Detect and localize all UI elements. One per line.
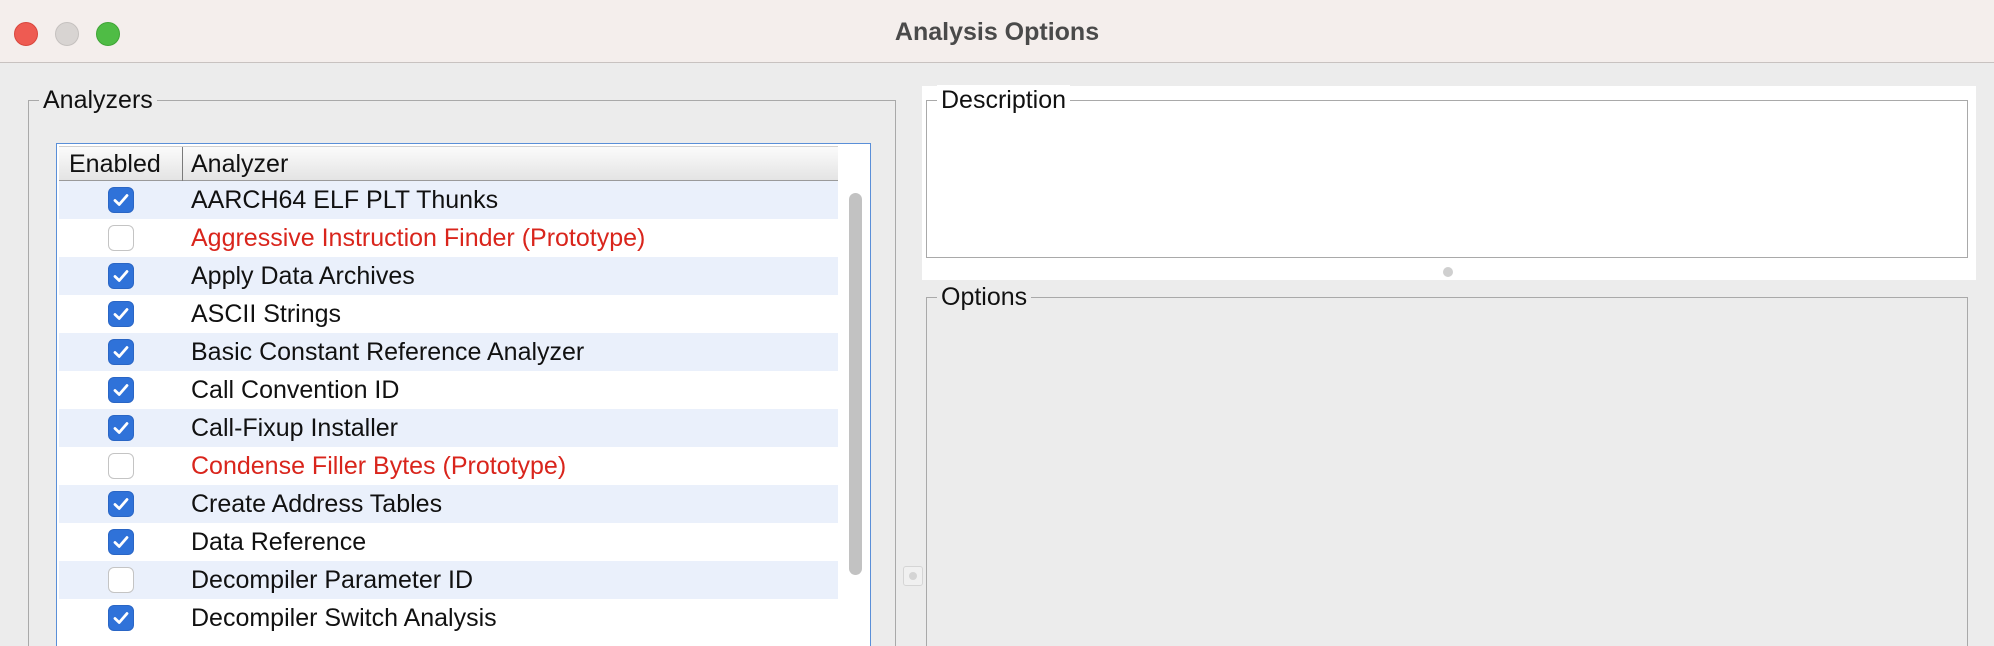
analyzer-rows: AARCH64 ELF PLT Thunks Aggressive Instruc… (59, 181, 838, 637)
enabled-checkbox[interactable] (108, 491, 134, 517)
scrollbar-thumb[interactable] (849, 193, 862, 575)
analyzer-name: Apply Data Archives (191, 262, 415, 290)
analyzer-name: Decompiler Switch Analysis (191, 604, 497, 632)
enabled-checkbox[interactable] (108, 377, 134, 403)
options-group: Options (926, 282, 1968, 646)
enabled-checkbox[interactable] (108, 529, 134, 555)
enabled-checkbox[interactable] (108, 567, 134, 593)
enabled-checkbox[interactable] (108, 605, 134, 631)
table-row[interactable]: Create Address Tables (59, 485, 838, 523)
vertical-scrollbar[interactable] (840, 181, 870, 646)
window-title: Analysis Options (894, 18, 1100, 46)
analysis-options-window: Analysis Options Analyzers Enabled Analy… (0, 0, 1994, 646)
checkmark-icon (113, 346, 129, 358)
table-row[interactable]: Call Convention ID (59, 371, 838, 409)
checkmark-icon (113, 308, 129, 320)
table-row[interactable]: Decompiler Parameter ID (59, 561, 838, 599)
table-row[interactable]: Decompiler Switch Analysis (59, 599, 838, 637)
table-row[interactable]: Basic Constant Reference Analyzer (59, 333, 838, 371)
checkmark-icon (113, 270, 129, 282)
analyzer-name: Decompiler Parameter ID (191, 566, 474, 594)
enabled-checkbox[interactable] (108, 225, 134, 251)
enabled-checkbox[interactable] (108, 263, 134, 289)
analyzers-table: Enabled Analyzer AARCH64 ELF PLT Thunks A… (56, 143, 871, 646)
options-group-label: Options (937, 282, 1032, 312)
checkmark-icon (113, 422, 129, 434)
column-header-analyzer[interactable]: Analyzer (183, 147, 838, 182)
enabled-checkbox[interactable] (108, 187, 134, 213)
table-row[interactable]: Call-Fixup Installer (59, 409, 838, 447)
table-row[interactable]: Apply Data Archives (59, 257, 838, 295)
analyzer-name: AARCH64 ELF PLT Thunks (191, 186, 499, 214)
analyzer-name: Basic Constant Reference Analyzer (191, 338, 585, 366)
checkmark-icon (113, 384, 129, 396)
enabled-checkbox[interactable] (108, 301, 134, 327)
analyzer-name: Call-Fixup Installer (191, 414, 399, 442)
title-bar[interactable]: Analysis Options (0, 0, 1994, 63)
divider-grip-icon (909, 572, 917, 580)
checkmark-icon (113, 498, 129, 510)
analyzer-name: Create Address Tables (191, 490, 443, 518)
table-row[interactable]: ASCII Strings (59, 295, 838, 333)
checkmark-icon (113, 612, 129, 624)
enabled-checkbox[interactable] (108, 339, 134, 365)
column-header-enabled[interactable]: Enabled (59, 147, 183, 182)
description-group: Description (926, 85, 1968, 258)
horizontal-divider-grip-icon[interactable] (1443, 267, 1453, 277)
analyzers-group-label: Analyzers (39, 85, 157, 115)
enabled-checkbox[interactable] (108, 453, 134, 479)
analyzer-name: Data Reference (191, 528, 367, 556)
analyzer-name: Condense Filler Bytes (Prototype) (191, 452, 567, 480)
analyzer-name: Aggressive Instruction Finder (Prototype… (191, 224, 646, 252)
split-pane-divider-handle[interactable] (903, 566, 923, 586)
description-group-label: Description (937, 85, 1071, 115)
table-header: Enabled Analyzer (59, 146, 838, 182)
checkmark-icon (113, 536, 129, 548)
analyzer-name: Call Convention ID (191, 376, 400, 404)
table-row[interactable]: Condense Filler Bytes (Prototype) (59, 447, 838, 485)
table-row[interactable]: Data Reference (59, 523, 838, 561)
table-row[interactable]: Aggressive Instruction Finder (Prototype… (59, 219, 838, 257)
enabled-checkbox[interactable] (108, 415, 134, 441)
table-row[interactable]: AARCH64 ELF PLT Thunks (59, 181, 838, 219)
analyzer-name: ASCII Strings (191, 300, 342, 328)
checkmark-icon (113, 194, 129, 206)
